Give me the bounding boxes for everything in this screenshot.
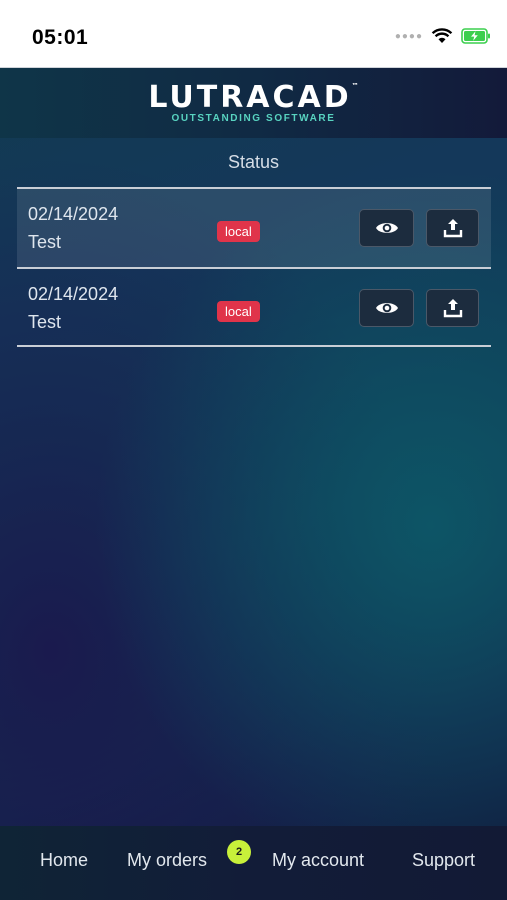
eye-icon [375, 223, 398, 233]
logo: LUTRACAD™ [0, 80, 507, 115]
tab-support[interactable]: Support [412, 850, 475, 871]
upload-button[interactable] [426, 209, 479, 247]
bottom-tab-bar: Home My orders 2 My account Support [0, 826, 507, 900]
status-bar: 05:01 ●●●● [0, 0, 507, 68]
view-button[interactable] [359, 289, 414, 327]
view-button[interactable] [359, 209, 414, 247]
status-column-header: Status [227, 152, 280, 172]
item-name: Test [28, 312, 62, 332]
item-date: 02/14/2024 [28, 204, 119, 224]
tab-my-orders[interactable]: My orders [127, 850, 207, 871]
item-date: 02/14/2024 [28, 284, 119, 304]
status-badge: local [217, 221, 260, 242]
upload-icon [443, 299, 462, 318]
orders-count-badge: 2 [227, 840, 251, 864]
item-name: Test [28, 232, 62, 252]
wifi-icon [431, 28, 453, 43]
logo-text: LUTRACAD [148, 80, 352, 115]
list-item[interactable]: 02/14/2024 Test local [17, 267, 491, 347]
app-header: LUTRACAD™ OUTSTANDING SOFTWARE [0, 68, 507, 138]
upload-button[interactable] [426, 289, 479, 327]
tab-my-account[interactable]: My account [272, 850, 364, 871]
clock: 05:01 [32, 26, 89, 49]
tab-home[interactable]: Home [40, 850, 88, 871]
status-icons: ●●●● [395, 28, 491, 44]
status-badge: local [217, 301, 260, 322]
battery-charging-icon [461, 28, 490, 44]
upload-icon [443, 219, 462, 238]
eye-icon [375, 303, 398, 313]
app-screen: LUTRACAD™ OUTSTANDING SOFTWARE Status 02… [0, 68, 507, 900]
signal-dots-icon: ●●●● [394, 30, 423, 42]
list-item[interactable]: 02/14/2024 Test local [17, 187, 491, 267]
logo-tagline: OUTSTANDING SOFTWARE [171, 113, 336, 124]
project-list: 02/14/2024 Test local 02/14/2024 Test lo… [17, 187, 491, 347]
logo-trademark: ™ [351, 82, 359, 90]
